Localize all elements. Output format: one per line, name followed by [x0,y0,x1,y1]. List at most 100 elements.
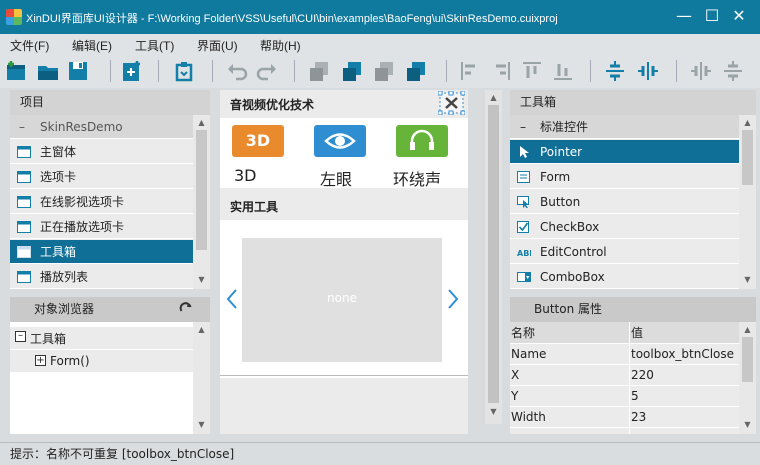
scroll-down-icon[interactable]: ▼ [195,274,208,286]
align-top-icon[interactable] [520,59,544,83]
scroll-up-icon[interactable]: ▲ [195,324,208,336]
paste-icon[interactable] [340,59,364,83]
collapse-icon[interactable]: – [15,331,26,342]
prop-row[interactable]: Width 23 [510,406,739,428]
col-value-header: 值 [630,322,739,344]
prop-row[interactable]: X 220 [510,364,739,386]
align-bottom-icon[interactable] [551,59,575,83]
properties-scrollbar[interactable]: ▲ ▼ [739,322,756,434]
distribute-horizontal-icon[interactable] [689,59,713,83]
bring-front-icon[interactable] [372,59,396,83]
center-horizontal-icon[interactable] [636,59,660,83]
scroll-down-icon[interactable]: ▼ [487,406,500,418]
properties-grid: 名称值 Name toolbox_btnClose X 220 Y5 Width 23 [510,322,739,428]
project-item-now-playing-tab[interactable]: 正在播放选项卡 [10,215,193,239]
form-icon [517,171,530,183]
undo-icon[interactable] [225,59,249,83]
tool-editcontrol[interactable]: ABI EditControl [510,240,739,264]
project-item-tab[interactable]: 选项卡 [10,165,193,189]
av-tiles: 3D 3D 左眼 环绕声 [220,118,468,189]
scroll-up-icon[interactable]: ▲ [741,117,754,129]
scroll-down-icon[interactable]: ▼ [741,419,754,431]
scroll-up-icon[interactable]: ▲ [195,117,208,129]
project-scrollbar[interactable]: ▲ ▼ [193,115,210,289]
object-tree: – 工具箱 + Form() [10,322,193,434]
copy-icon[interactable] [307,59,331,83]
col-name-header: 名称 [510,322,630,344]
prop-row[interactable]: Name toolbox_btnClose [510,343,739,365]
save-icon[interactable] [66,59,90,83]
carousel-prev-icon[interactable] [226,288,238,310]
3d-button[interactable]: 3D [232,125,284,157]
scroll-down-icon[interactable]: ▼ [195,419,208,431]
menu-file[interactable]: 文件(F) [10,37,49,54]
expand-icon[interactable]: + [35,355,46,366]
tool-combobox[interactable]: ComboBox [510,265,739,289]
3d-label: 3D [234,166,257,185]
refresh-icon[interactable] [179,302,193,316]
align-left-icon[interactable] [458,59,482,83]
app-logo-icon [6,9,22,25]
eye-icon [324,133,356,149]
export-icon[interactable] [172,59,196,83]
surround-button[interactable] [396,125,448,157]
distribute-vertical-icon[interactable] [721,59,745,83]
object-browser-scrollbar[interactable]: ▲ ▼ [193,322,210,434]
close-selected-icon[interactable] [438,91,465,115]
window-icon [17,221,31,233]
window-icon [17,196,31,208]
window-icon [17,171,31,183]
tree-node-form[interactable]: + Form() [10,350,193,372]
project-panel-header: 项目 [10,90,210,115]
tree-node-toolbox[interactable]: – 工具箱 [10,327,193,349]
combobox-icon [517,272,531,282]
menu-ui[interactable]: 界面(U) [197,37,238,54]
object-browser-panel: 对象浏览器 – 工具箱 + Form() ▲ ▼ [10,297,210,434]
button-icon [517,196,529,208]
project-item-playlist[interactable]: 播放列表 [10,265,193,289]
open-project-icon[interactable] [36,59,60,83]
tool-form[interactable]: Form [510,165,739,189]
close-button[interactable]: ✕ [728,6,750,26]
minimize-button[interactable]: — [673,6,695,26]
menu-edit[interactable]: 编辑(E) [72,37,112,54]
window-icon [17,271,31,283]
maximize-button[interactable]: ☐ [701,6,723,26]
menu-tools[interactable]: 工具(T) [135,37,174,54]
scroll-up-icon[interactable]: ▲ [487,92,500,104]
project-item-main-window[interactable]: 主窗体 [10,140,193,164]
carousel-next-icon[interactable] [447,288,459,310]
new-project-icon[interactable] [4,59,28,83]
toolbox-panel: 工具箱 – 标准控件 Pointer Form Button CheckBox A… [510,90,756,289]
align-right-icon[interactable] [489,59,513,83]
toolbox-group[interactable]: – 标准控件 [510,115,739,139]
properties-panel: Button 属性 名称值 Name toolbox_btnClose X 220 … [510,297,756,434]
project-group[interactable]: – SkinResDemo [10,115,193,139]
section-av-tech: 音视频优化技术 [230,98,315,112]
scroll-down-icon[interactable]: ▼ [741,274,754,286]
send-back-icon[interactable] [404,59,428,83]
tool-pointer[interactable]: Pointer [510,140,739,164]
redo-icon[interactable] [255,59,279,83]
svg-text:ABI: ABI [517,249,531,258]
design-canvas: 音视频优化技术 3D 3D 左眼 环绕声 实用工具 none [220,90,468,434]
new-file-icon[interactable] [120,59,144,83]
toolbox-scrollbar[interactable]: ▲ ▼ [739,115,756,289]
tools-placeholder: none [242,238,442,362]
tools-carousel: none [220,220,468,378]
project-item-toolbox[interactable]: 工具箱 [10,240,193,264]
project-item-online-video-tab[interactable]: 在线影视选项卡 [10,190,193,214]
center-vertical-icon[interactable] [603,59,627,83]
properties-header: Button 属性 [510,297,756,322]
menu-bar: 文件(F) 编辑(E) 工具(T) 界面(U) 帮助(H) [0,34,760,54]
left-eye-button[interactable] [314,125,366,157]
tool-checkbox[interactable]: CheckBox [510,215,739,239]
tool-button[interactable]: Button [510,190,739,214]
prop-row[interactable]: Y5 [510,385,739,407]
menu-help[interactable]: 帮助(H) [260,37,301,54]
scroll-up-icon[interactable]: ▲ [741,324,754,336]
edit-control-icon: ABI [517,249,531,258]
canvas-scrollbar[interactable]: ▲ ▼ [485,90,502,424]
toolbar [0,54,760,88]
project-panel: 项目 – SkinResDemo 主窗体 选项卡 在线影视选项卡 正在播放选项卡 … [10,90,210,289]
